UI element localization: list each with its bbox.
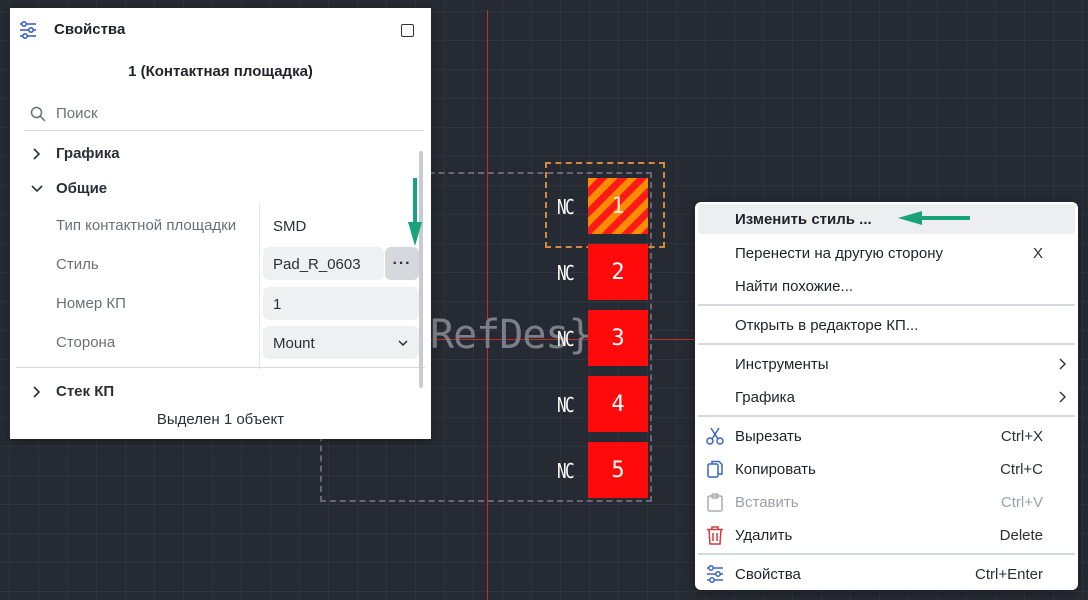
search-box xyxy=(24,96,424,131)
search-input[interactable] xyxy=(54,100,398,126)
pad-net-label: NC xyxy=(557,327,575,351)
menu-item-shortcut: Ctrl+C xyxy=(1000,460,1043,478)
properties-panel: Свойства 1 (Контактная площадка) Графика… xyxy=(10,8,431,439)
menu-item-properties[interactable]: Свойства Ctrl+Enter xyxy=(698,559,1075,589)
section-pad-stack[interactable]: Стек КП xyxy=(30,383,114,400)
menu-item-label: Открыть в редакторе КП... xyxy=(735,316,919,334)
maximize-icon[interactable] xyxy=(401,24,414,37)
prop-label-pad-number: Номер КП xyxy=(56,295,126,312)
prop-label-style: Стиль xyxy=(56,256,99,273)
menu-item-label: Графика xyxy=(735,388,795,406)
menu-item-label: Изменить стиль ... xyxy=(735,210,872,228)
menu-separator xyxy=(698,304,1075,306)
chevron-right-icon xyxy=(1059,358,1066,370)
prop-value-pad-type: SMD xyxy=(273,218,307,235)
menu-separator xyxy=(698,415,1075,417)
menu-item-copy[interactable]: Копировать Ctrl+C xyxy=(698,454,1075,484)
chevron-right-icon xyxy=(33,385,41,398)
column-separator xyxy=(259,204,260,370)
pad-1[interactable]: 1 xyxy=(588,178,648,234)
section-label: Общие xyxy=(56,180,108,197)
menu-item-shortcut: Delete xyxy=(999,526,1043,544)
pad-net-label: NC xyxy=(557,459,575,483)
arrow-left-icon xyxy=(898,211,970,225)
menu-item-change-style[interactable]: Изменить стиль ... xyxy=(698,204,1075,234)
menu-item-tools[interactable]: Инструменты xyxy=(698,349,1075,379)
menu-item-paste[interactable]: Вставить Ctrl+V xyxy=(698,487,1075,517)
menu-item-label: Вырезать xyxy=(735,427,802,445)
menu-item-label: Перенести на другую сторону xyxy=(735,244,943,262)
menu-item-label: Удалить xyxy=(735,526,793,544)
arrow-down-icon xyxy=(408,178,422,246)
prop-label-pad-type: Тип контактной площадки xyxy=(56,217,237,234)
more-button[interactable]: ··· xyxy=(385,247,419,280)
trash-icon xyxy=(707,526,723,545)
pad-net-label: NC xyxy=(557,261,575,285)
panel-title: Свойства xyxy=(54,21,126,38)
pad-net-label: NC xyxy=(557,393,575,417)
sliders-icon xyxy=(20,20,36,40)
pad-5[interactable]: 5 xyxy=(588,442,648,498)
clipboard-icon xyxy=(707,493,723,512)
menu-item-shortcut: X xyxy=(1032,244,1043,262)
section-label: Стек КП xyxy=(56,383,115,400)
pad-3[interactable]: 3 xyxy=(588,310,648,366)
prop-label-side: Сторона xyxy=(56,334,116,351)
chevron-right-icon xyxy=(33,147,41,160)
menu-item-shortcut: Ctrl+Enter xyxy=(975,565,1043,583)
menu-item-find-similar[interactable]: Найти похожие... xyxy=(698,271,1075,301)
section-general[interactable]: Общие xyxy=(30,180,107,197)
menu-item-label: Копировать xyxy=(735,460,816,478)
side-select-value: Mount xyxy=(273,335,315,352)
menu-item-shortcut: Ctrl+X xyxy=(1000,427,1043,445)
search-icon xyxy=(30,106,46,122)
menu-separator xyxy=(698,553,1075,555)
divider xyxy=(16,367,425,368)
menu-item-label: Найти похожие... xyxy=(735,277,854,295)
menu-item-delete[interactable]: Удалить Delete xyxy=(698,520,1075,550)
prop-value-pad-number[interactable]: 1 xyxy=(263,287,419,320)
chevron-down-icon xyxy=(31,184,43,192)
selection-status: Выделен 1 объект xyxy=(156,411,285,428)
menu-item-label: Вставить xyxy=(735,493,799,511)
menu-item-flip-side[interactable]: Перенести на другую сторону X xyxy=(698,238,1075,268)
menu-item-graphics[interactable]: Графика xyxy=(698,382,1075,412)
object-title: 1 (Контактная площадка) xyxy=(128,63,313,80)
copy-icon xyxy=(707,460,723,478)
side-select[interactable]: Mount xyxy=(263,326,419,359)
chevron-right-icon xyxy=(1059,391,1066,403)
menu-separator xyxy=(698,343,1075,345)
scissors-icon xyxy=(706,427,724,445)
context-menu: Изменить стиль ... Перенести на другую с… xyxy=(695,202,1078,590)
pad-4[interactable]: 4 xyxy=(588,376,648,432)
menu-item-cut[interactable]: Вырезать Ctrl+X xyxy=(698,421,1075,451)
menu-item-shortcut: Ctrl+V xyxy=(1000,493,1043,511)
sliders-icon xyxy=(707,565,723,583)
prop-value-style[interactable]: Pad_R_0603 xyxy=(263,247,384,280)
section-label: Графика xyxy=(56,145,120,162)
section-graphics[interactable]: Графика xyxy=(30,145,120,162)
menu-item-open-pad-editor[interactable]: Открыть в редакторе КП... xyxy=(698,310,1075,340)
pad-net-label: NC xyxy=(557,195,575,219)
chevron-down-icon xyxy=(398,340,408,347)
pad-2[interactable]: 2 xyxy=(588,244,648,300)
menu-item-label: Инструменты xyxy=(735,355,829,373)
menu-item-label: Свойства xyxy=(735,565,801,583)
